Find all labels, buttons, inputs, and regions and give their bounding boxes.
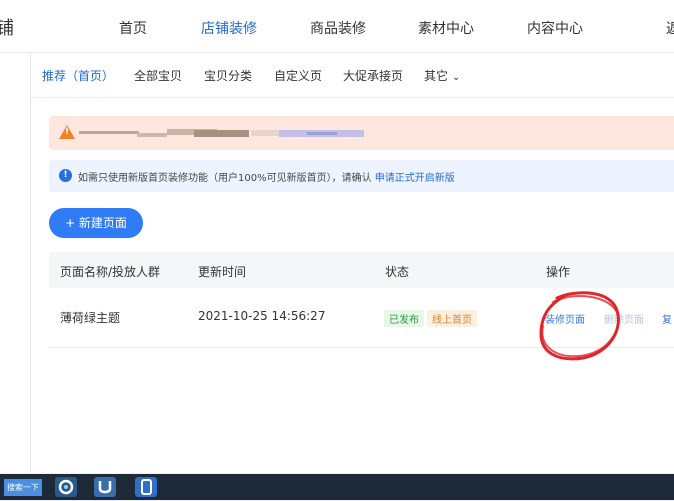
nav-material-center[interactable]: 素材中心 (418, 18, 474, 38)
taskbar-search[interactable]: 搜索一下 (4, 479, 42, 496)
info-text: 如需只使用新版首页装修功能（用户100%可见新版首页），请确认 申请正式开启新版 (78, 169, 455, 184)
subnav-recommend-home[interactable]: 推荐（首页） (42, 67, 114, 84)
sub-nav: 推荐（首页） 全部宝贝 宝贝分类 自定义页 大促承接页 其它 ⌄ (31, 53, 674, 98)
obscured-text (79, 129, 364, 137)
status-badge-published: 已发布 (384, 310, 424, 327)
taskbar: 搜索一下 (0, 474, 674, 500)
update-time: 2021-10-25 14:56:27 (198, 309, 326, 323)
brand-fragment: 铺 (0, 18, 14, 39)
subnav-other-label: 其它 (424, 69, 449, 83)
browser-app-icon[interactable] (55, 477, 77, 497)
main-panel: 推荐（首页） 全部宝贝 宝贝分类 自定义页 大促承接页 其它⌄ ! 如需只使用新… (31, 53, 674, 473)
shield-app-icon[interactable] (94, 477, 116, 497)
info-icon: ! (59, 169, 72, 182)
warning-icon (59, 125, 75, 139)
copy-page-link[interactable]: 复 (662, 311, 672, 326)
header-page-name: 页面名称/投放人群 (60, 265, 161, 279)
nav-content-center[interactable]: 内容中心 (527, 18, 583, 38)
new-page-button[interactable]: + 新建页面 (49, 208, 143, 238)
header-actions: 操作 (546, 265, 571, 279)
phone-icon (141, 479, 152, 495)
left-sidebar (0, 53, 31, 473)
table-header: 页面名称/投放人群 更新时间 状态 操作 (49, 252, 674, 288)
info-message: 如需只使用新版首页装修功能（用户100%可见新版首页），请确认 (78, 173, 372, 184)
apply-new-version-link[interactable]: 申请正式开启新版 (375, 173, 455, 184)
chevron-down-icon: ⌄ (452, 72, 461, 83)
shield-icon (98, 481, 112, 494)
header-status: 状态 (385, 265, 410, 279)
nav-product-decoration[interactable]: 商品装修 (310, 18, 366, 38)
nav-home[interactable]: 首页 (119, 18, 147, 38)
subnav-item-category[interactable]: 宝贝分类 (204, 67, 252, 84)
nav-return[interactable]: 返 (666, 18, 674, 38)
warning-banner (49, 116, 674, 150)
status-badge-live-home: 线上首页 (427, 310, 477, 327)
browser-icon (58, 479, 74, 495)
top-nav: 铺 首页 店铺装修 商品装修 素材中心 内容中心 返 (0, 0, 674, 53)
page-name: 薄荷绿主题 (60, 311, 121, 325)
info-banner: ! 如需只使用新版首页装修功能（用户100%可见新版首页），请确认 申请正式开启… (49, 160, 674, 192)
header-update-time: 更新时间 (198, 265, 247, 279)
subnav-all-items[interactable]: 全部宝贝 (134, 67, 182, 84)
subnav-promo-page[interactable]: 大促承接页 (343, 67, 403, 84)
phone-app-icon[interactable] (135, 477, 157, 497)
subnav-custom-page[interactable]: 自定义页 (274, 67, 322, 84)
red-circle-annotation (539, 291, 620, 361)
nav-shop-decoration[interactable]: 店铺装修 (201, 18, 257, 38)
subnav-other[interactable]: 其它 ⌄ (424, 67, 460, 84)
